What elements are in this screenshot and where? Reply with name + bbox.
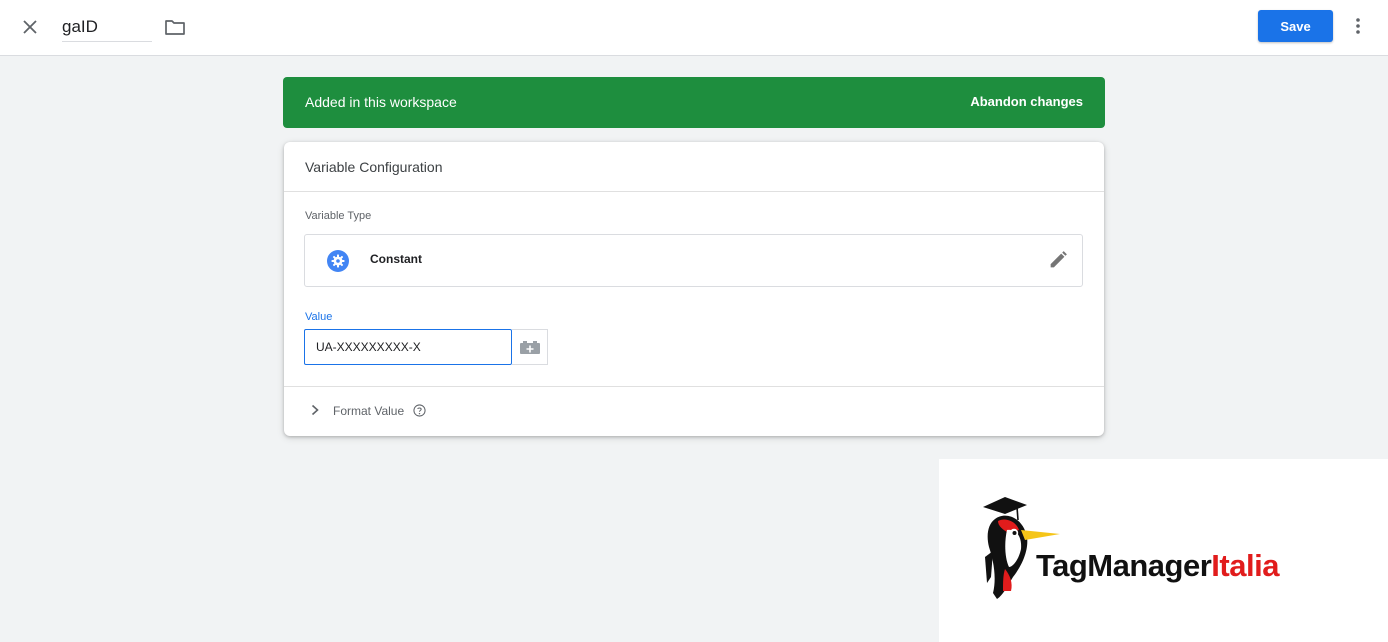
- folder-button[interactable]: [163, 15, 187, 39]
- more-options-button[interactable]: [1346, 14, 1370, 38]
- gear-icon: [327, 250, 349, 272]
- help-icon[interactable]: [413, 404, 426, 417]
- insert-variable-button[interactable]: [512, 329, 548, 365]
- brand-text-tagmanager: TagManager: [1036, 548, 1212, 583]
- workspace-status-banner: Added in this workspace Abandon changes: [283, 77, 1105, 128]
- card-title: Variable Configuration: [305, 159, 443, 175]
- more-vert-icon: [1356, 18, 1360, 34]
- save-button[interactable]: Save: [1258, 10, 1333, 42]
- card-divider: [284, 191, 1104, 192]
- banner-text: Added in this workspace: [305, 94, 457, 110]
- brand-wordmark: TagManagerItalia: [1036, 548, 1279, 584]
- variable-block-icon: [520, 341, 540, 354]
- close-icon: [23, 20, 37, 34]
- close-button[interactable]: [18, 15, 42, 39]
- tag-manager-italia-logo: TagManagerItalia: [939, 459, 1388, 642]
- abandon-changes-button[interactable]: Abandon changes: [970, 94, 1083, 109]
- format-value-toggle[interactable]: Format Value: [284, 387, 1104, 436]
- variable-type-label: Variable Type: [305, 210, 372, 222]
- folder-icon: [165, 20, 185, 35]
- chevron-right-icon: [311, 404, 319, 416]
- variable-name-input[interactable]: gaID: [62, 14, 152, 42]
- brand-text-italia: Italia: [1211, 548, 1279, 583]
- top-app-bar: gaID Save: [0, 0, 1388, 56]
- variable-configuration-card: Variable Configuration Variable Type Con…: [284, 142, 1104, 436]
- value-input[interactable]: [304, 329, 512, 365]
- value-label: Value: [305, 311, 333, 323]
- format-value-label: Format Value: [333, 404, 405, 418]
- variable-type-name: Constant: [370, 252, 422, 266]
- variable-type-selector[interactable]: Constant: [304, 234, 1083, 287]
- pencil-edit-icon[interactable]: [1047, 249, 1069, 271]
